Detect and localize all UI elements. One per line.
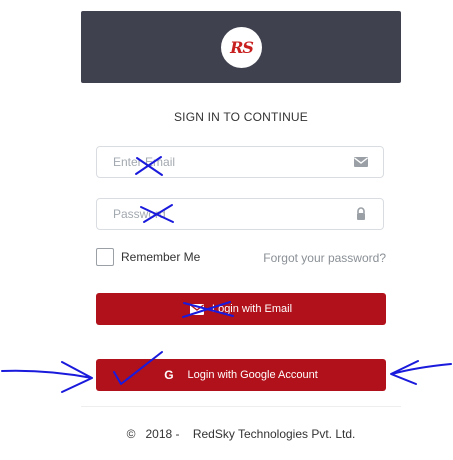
login-google-button[interactable]: G Login with Google Account	[96, 359, 386, 391]
company-logo: RS	[221, 27, 262, 68]
login-email-button[interactable]: Login with Email	[96, 293, 386, 325]
password-field[interactable]	[96, 198, 384, 230]
password-input[interactable]	[97, 199, 363, 229]
logo-text: RS	[230, 38, 254, 57]
remember-checkbox[interactable]	[96, 248, 114, 266]
forgot-password-link[interactable]: Forgot your password?	[263, 251, 386, 265]
envelope-icon	[354, 157, 368, 167]
remember-me[interactable]: Remember Me	[96, 248, 200, 266]
email-field[interactable]	[96, 146, 384, 178]
envelope-icon	[189, 303, 204, 315]
google-icon: G	[164, 368, 174, 382]
right-arrow	[390, 360, 452, 385]
page-title: SIGN IN TO CONTINUE	[173, 110, 309, 124]
login-google-label: Login with Google Account	[187, 369, 318, 381]
left-arrow	[1, 361, 93, 393]
email-input[interactable]	[97, 147, 363, 177]
login-page: RS SIGN IN TO CONTINUE Remember Me Forgo…	[0, 0, 453, 460]
login-header: RS	[81, 11, 401, 83]
login-email-label: Login with Email	[211, 303, 293, 315]
lock-icon	[357, 207, 365, 220]
footer-divider	[81, 406, 401, 407]
copyright-footer: © 2018 - RedSky Technologies Pvt. Ltd.	[126, 427, 356, 441]
remember-label: Remember Me	[121, 250, 201, 264]
